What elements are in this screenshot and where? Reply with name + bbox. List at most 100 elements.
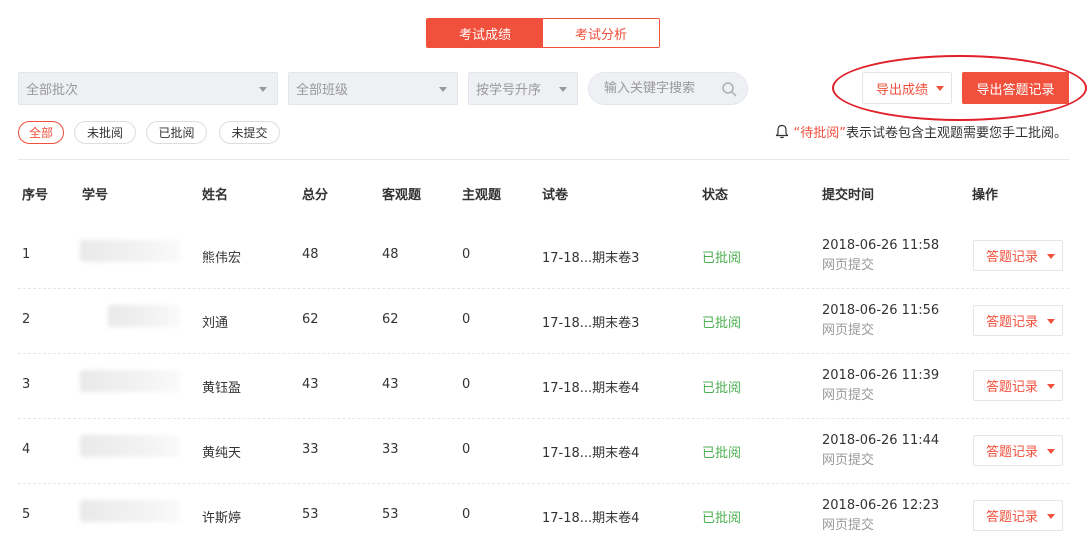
chevron-down-icon — [1047, 384, 1055, 389]
filter-pill-reviewed[interactable]: 已批阅 — [146, 121, 207, 144]
header-index: 序号 — [22, 188, 49, 203]
cell-paper: 17-18...期末卷4 — [542, 446, 640, 461]
chevron-down-icon — [1047, 449, 1055, 454]
answer-record-button[interactable]: 答题记录 — [973, 370, 1063, 401]
chevron-down-icon — [1047, 319, 1055, 324]
table-row: 5 许斯婷 53 53 0 17-18...期末卷4 已批阅 2018-06-2… — [18, 484, 1069, 547]
cell-index: 1 — [22, 247, 31, 262]
export-record-button[interactable]: 导出答题记录 — [962, 72, 1069, 104]
cell-subjective: 0 — [462, 442, 471, 457]
cell-paper: 17-18...期末卷4 — [542, 381, 640, 396]
cell-subjective: 0 — [462, 507, 471, 522]
cell-submit-time: 2018-06-26 11:44 — [822, 433, 940, 448]
cell-total: 62 — [302, 312, 319, 327]
cell-submit-info: 2018-06-26 12:23 网页提交 — [822, 496, 939, 536]
header-student-id: 学号 — [82, 188, 109, 203]
search-box — [588, 72, 748, 105]
search-input[interactable] — [604, 81, 719, 96]
cell-subjective: 0 — [462, 312, 471, 327]
class-select-value: 全部班级 — [296, 83, 349, 98]
cell-submit-method: 网页提交 — [822, 323, 875, 338]
cell-paper: 17-18...期末卷3 — [542, 316, 640, 331]
cell-objective: 43 — [382, 377, 399, 392]
cell-status: 已批阅 — [702, 381, 742, 396]
notice-highlight: “待批阅” — [793, 126, 846, 141]
view-tabs: 考试成绩 考试分析 — [426, 18, 660, 48]
redacted-student-id — [80, 240, 180, 262]
cell-objective: 62 — [382, 312, 399, 327]
answer-record-label: 答题记录 — [986, 380, 1039, 395]
cell-index: 2 — [22, 312, 31, 327]
redacted-student-id — [80, 500, 180, 522]
cell-submit-time: 2018-06-26 11:39 — [822, 368, 940, 383]
sort-select[interactable]: 按学号升序 — [468, 72, 578, 105]
redacted-student-id — [80, 435, 180, 457]
cell-submit-method: 网页提交 — [822, 258, 875, 273]
batch-select[interactable]: 全部批次 — [18, 72, 278, 105]
cell-submit-info: 2018-06-26 11:58 网页提交 — [822, 236, 939, 276]
bell-icon — [775, 124, 788, 139]
cell-total: 43 — [302, 377, 319, 392]
cell-name: 刘通 — [202, 316, 229, 331]
cell-submit-time: 2018-06-26 12:23 — [822, 498, 940, 513]
tab-exam-scores[interactable]: 考试成绩 — [427, 19, 543, 47]
batch-select-value: 全部批次 — [26, 83, 79, 98]
cell-subjective: 0 — [462, 377, 471, 392]
table-row: 1 熊伟宏 48 48 0 17-18...期末卷3 已批阅 2018-06-2… — [18, 224, 1069, 289]
answer-record-button[interactable]: 答题记录 — [973, 240, 1063, 271]
table-row: 2 刘通 62 62 0 17-18...期末卷3 已批阅 2018-06-26… — [18, 289, 1069, 354]
answer-record-label: 答题记录 — [986, 510, 1039, 525]
table-header: 序号 学号 姓名 总分 客观题 主观题 试卷 状态 提交时间 操作 — [0, 160, 1087, 224]
filter-pill-unreviewed[interactable]: 未批阅 — [74, 121, 136, 144]
header-total: 总分 — [302, 188, 329, 203]
header-actions: 操作 — [972, 188, 999, 203]
review-notice: “待批阅” 表示试卷包含主观题需要您手工批阅。 — [775, 122, 1067, 141]
cell-submit-method: 网页提交 — [822, 518, 875, 533]
header-submit-time: 提交时间 — [822, 188, 875, 203]
filter-pill-unsubmitted[interactable]: 未提交 — [219, 121, 280, 144]
cell-total: 33 — [302, 442, 319, 457]
cell-status: 已批阅 — [702, 446, 742, 461]
table-row: 4 黄纯天 33 33 0 17-18...期末卷4 已批阅 2018-06-2… — [18, 419, 1069, 484]
cell-submit-info: 2018-06-26 11:56 网页提交 — [822, 301, 939, 341]
cell-submit-time: 2018-06-26 11:56 — [822, 303, 940, 318]
chevron-down-icon — [259, 87, 267, 92]
header-name: 姓名 — [202, 188, 229, 203]
cell-name: 熊伟宏 — [202, 251, 242, 266]
export-score-button[interactable]: 导出成绩 — [862, 72, 952, 104]
chevron-down-icon — [559, 87, 567, 92]
cell-submit-time: 2018-06-26 11:58 — [822, 238, 940, 253]
tab-exam-analysis[interactable]: 考试分析 — [543, 19, 659, 47]
cell-submit-info: 2018-06-26 11:39 网页提交 — [822, 366, 939, 406]
chevron-down-icon — [1047, 254, 1055, 259]
header-paper: 试卷 — [542, 188, 569, 203]
cell-status: 已批阅 — [702, 251, 742, 266]
cell-submit-info: 2018-06-26 11:44 网页提交 — [822, 431, 939, 471]
cell-subjective: 0 — [462, 247, 471, 262]
answer-record-label: 答题记录 — [986, 315, 1039, 330]
cell-index: 5 — [22, 507, 31, 522]
redacted-student-id — [108, 305, 180, 327]
table-row: 3 黄钰盈 43 43 0 17-18...期末卷4 已批阅 2018-06-2… — [18, 354, 1069, 419]
answer-record-button[interactable]: 答题记录 — [973, 500, 1063, 531]
cell-total: 53 — [302, 507, 319, 522]
notice-text: 表示试卷包含主观题需要您手工批阅。 — [845, 126, 1067, 141]
answer-record-label: 答题记录 — [986, 445, 1039, 460]
cell-objective: 48 — [382, 247, 399, 262]
cell-objective: 53 — [382, 507, 399, 522]
cell-paper: 17-18...期末卷4 — [542, 511, 640, 526]
search-icon[interactable] — [721, 81, 737, 97]
export-score-label: 导出成绩 — [876, 82, 929, 98]
answer-record-label: 答题记录 — [986, 250, 1039, 265]
cell-objective: 33 — [382, 442, 399, 457]
sort-select-value: 按学号升序 — [476, 83, 542, 98]
header-objective: 客观题 — [382, 188, 422, 203]
cell-index: 3 — [22, 377, 31, 392]
answer-record-button[interactable]: 答题记录 — [973, 305, 1063, 336]
answer-record-button[interactable]: 答题记录 — [973, 435, 1063, 466]
cell-name: 黄纯天 — [202, 446, 242, 461]
filter-pill-all[interactable]: 全部 — [18, 121, 64, 144]
cell-submit-method: 网页提交 — [822, 388, 875, 403]
cell-total: 48 — [302, 247, 319, 262]
class-select[interactable]: 全部班级 — [288, 72, 458, 105]
